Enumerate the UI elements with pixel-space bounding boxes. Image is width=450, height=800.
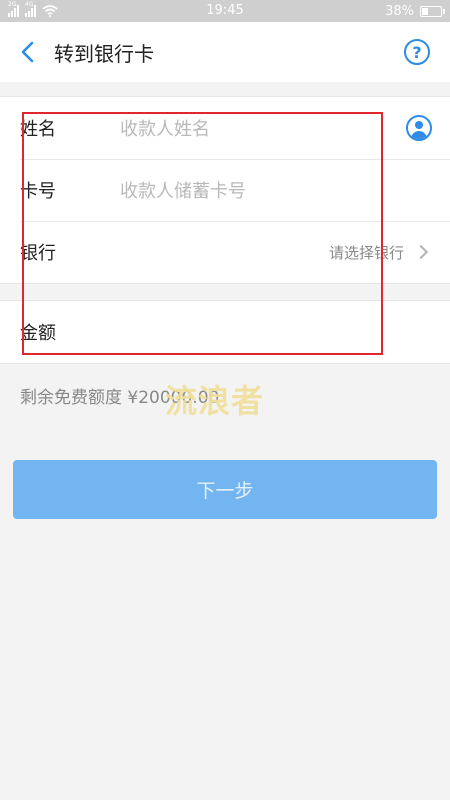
chevron-right-icon [413,244,429,260]
highlight-box [22,112,383,355]
next-step-button[interactable]: 下一步 [13,460,437,519]
back-button[interactable] [0,22,54,82]
watermark: 流浪者 [165,382,265,420]
battery-icon [420,5,445,17]
help-button[interactable]: ? [404,39,430,65]
page-title: 转到银行卡 [54,41,154,66]
status-bar: 2G 4G 19:45 38% [0,0,450,22]
back-chevron-icon [21,41,34,63]
clock: 19:45 [206,3,244,18]
contact-person-icon[interactable] [406,115,432,141]
help-circle-icon: ? [412,42,422,62]
navigation-bar: 转到银行卡 ? [0,22,450,82]
free-quota-info: 剩余免费额度 ¥20000.00 流浪者 [0,364,450,426]
